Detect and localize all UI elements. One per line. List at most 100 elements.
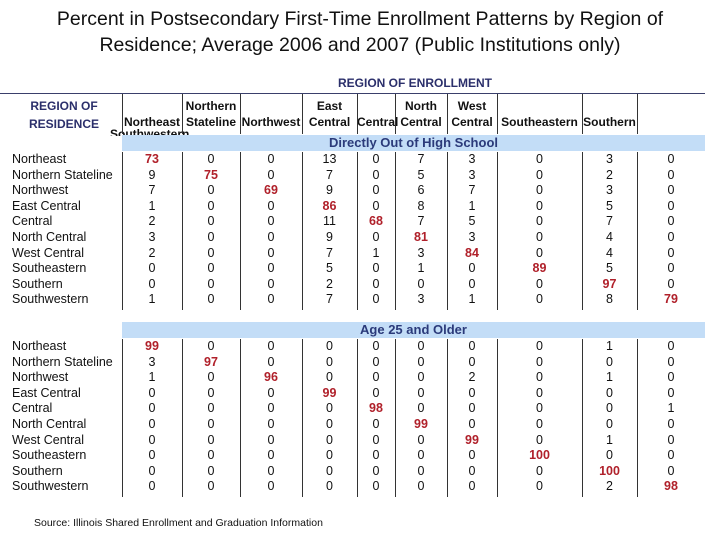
- table-cell: 0: [267, 354, 275, 369]
- column-header-line-2: Central: [357, 115, 399, 129]
- table-cell: 4: [606, 230, 613, 244]
- table-cell-highlight: 84: [465, 245, 479, 260]
- table-cell: 0: [326, 432, 333, 447]
- table-cell: 0: [417, 370, 425, 385]
- column-header-line-1: West: [457, 99, 487, 113]
- column-divider: [357, 94, 358, 134]
- table-cell-highlight: 68: [369, 214, 383, 229]
- table-cell: 0: [606, 354, 613, 369]
- table-cell: 0: [667, 463, 675, 478]
- table-cell-highlight: 100: [529, 448, 550, 463]
- table-cell: 0: [267, 448, 275, 463]
- table-cell: 0: [148, 417, 156, 431]
- table-cell: 0: [207, 183, 215, 198]
- table-cell: 3: [148, 354, 156, 369]
- table-cell: 0: [148, 276, 156, 291]
- row-label: East Central: [12, 198, 81, 213]
- table-cell: 1: [468, 198, 476, 213]
- table-cell: 0: [417, 463, 425, 478]
- table-cell-highlight: 89: [532, 261, 547, 276]
- source-note: Source: Illinois Shared Enrollment and G…: [34, 517, 323, 529]
- row-label: East Central: [12, 385, 81, 400]
- row-label: Southern: [12, 463, 63, 478]
- table-cell-highlight: 96: [264, 370, 278, 385]
- table-cell: 0: [207, 339, 215, 353]
- table-cell: 0: [207, 479, 215, 494]
- table-cell: 0: [536, 339, 543, 353]
- table-cell-highlight: 98: [664, 479, 678, 494]
- table-cell: 11: [323, 214, 336, 229]
- column-header: East Central: [302, 98, 357, 130]
- table-cell: 0: [536, 214, 543, 229]
- table-cell: 0: [468, 385, 476, 400]
- table-cell: 0: [667, 432, 675, 447]
- table-cell: 0: [326, 354, 333, 369]
- table-cell: 0: [372, 339, 380, 353]
- table-cell: 7: [326, 292, 333, 307]
- residence-header-line-2: RESIDENCE: [28, 117, 99, 131]
- table-cell: 0: [667, 339, 675, 353]
- row-label: Southern: [12, 276, 63, 291]
- table-cell: 0: [417, 354, 425, 369]
- table-cell: 0: [536, 230, 543, 244]
- table-cell: 0: [267, 432, 275, 447]
- table-cell: 0: [536, 167, 543, 182]
- column-header: Northwest: [240, 98, 302, 130]
- table-cell: 3: [468, 230, 476, 244]
- column-header-line-2: Central: [451, 115, 493, 129]
- column-divider: [302, 94, 303, 134]
- table-cell: 0: [207, 417, 215, 431]
- table-cell: 0: [372, 463, 380, 478]
- table-cell: 8: [417, 198, 425, 213]
- column-divider: [395, 94, 396, 134]
- table-cell-highlight: 99: [322, 385, 337, 400]
- table-cell: 0: [536, 463, 543, 478]
- header-rule: [0, 93, 705, 94]
- table-cell: 0: [326, 479, 333, 494]
- table-cell: 0: [667, 261, 675, 276]
- table-cell: 9: [326, 230, 333, 244]
- table-cell: 1: [372, 245, 380, 260]
- table-cell-highlight: 100: [599, 463, 620, 478]
- table-cell: 0: [536, 385, 543, 400]
- table-cell: 0: [207, 385, 215, 400]
- column-header: Northeast: [122, 98, 182, 130]
- table-cell: 5: [417, 167, 425, 182]
- table-cell-highlight: 99: [145, 339, 159, 353]
- table-cell: 0: [667, 230, 675, 244]
- table-cell: 0: [148, 448, 156, 463]
- table-cell: 0: [417, 339, 425, 353]
- table-cell: 0: [372, 370, 380, 385]
- table-cell: 0: [536, 245, 543, 260]
- table-cell: 0: [536, 198, 543, 213]
- table-cell: 2: [326, 276, 333, 291]
- table-cell: 0: [267, 417, 275, 431]
- column-divider: [122, 94, 123, 134]
- row-label: North Central: [12, 417, 87, 431]
- table-cell: 0: [372, 354, 380, 369]
- table-cell: 0: [667, 167, 675, 182]
- table-cell: 0: [207, 152, 215, 166]
- column-header-line-1: [122, 98, 182, 114]
- region-of-enrollment-header: REGION OF ENROLLMENT: [338, 76, 492, 90]
- table-cell: 0: [148, 385, 156, 400]
- table-cell: 0: [606, 385, 613, 400]
- table-cell: 0: [267, 385, 275, 400]
- row-label: West Central: [12, 432, 85, 447]
- table-cell: 0: [667, 417, 675, 431]
- table-cell: 0: [417, 448, 425, 463]
- table-cell: 0: [372, 198, 380, 213]
- column-divider: [582, 94, 583, 134]
- column-header: Northern Stateline: [182, 98, 240, 130]
- table-cell: 0: [536, 432, 543, 447]
- table-cell: 0: [148, 463, 156, 478]
- column-header: North Central: [395, 98, 447, 130]
- page-title: Percent in Postsecondary First-Time Enro…: [0, 6, 720, 58]
- table-cell: 4: [606, 245, 613, 260]
- column-header-line-1: [582, 98, 637, 114]
- table-cell: 0: [372, 417, 380, 431]
- column-header-line-2: Stateline: [185, 115, 236, 129]
- table-cell: 0: [372, 479, 380, 494]
- residence-header-line-1: REGION OF: [30, 99, 98, 113]
- table-cell: 0: [267, 276, 275, 291]
